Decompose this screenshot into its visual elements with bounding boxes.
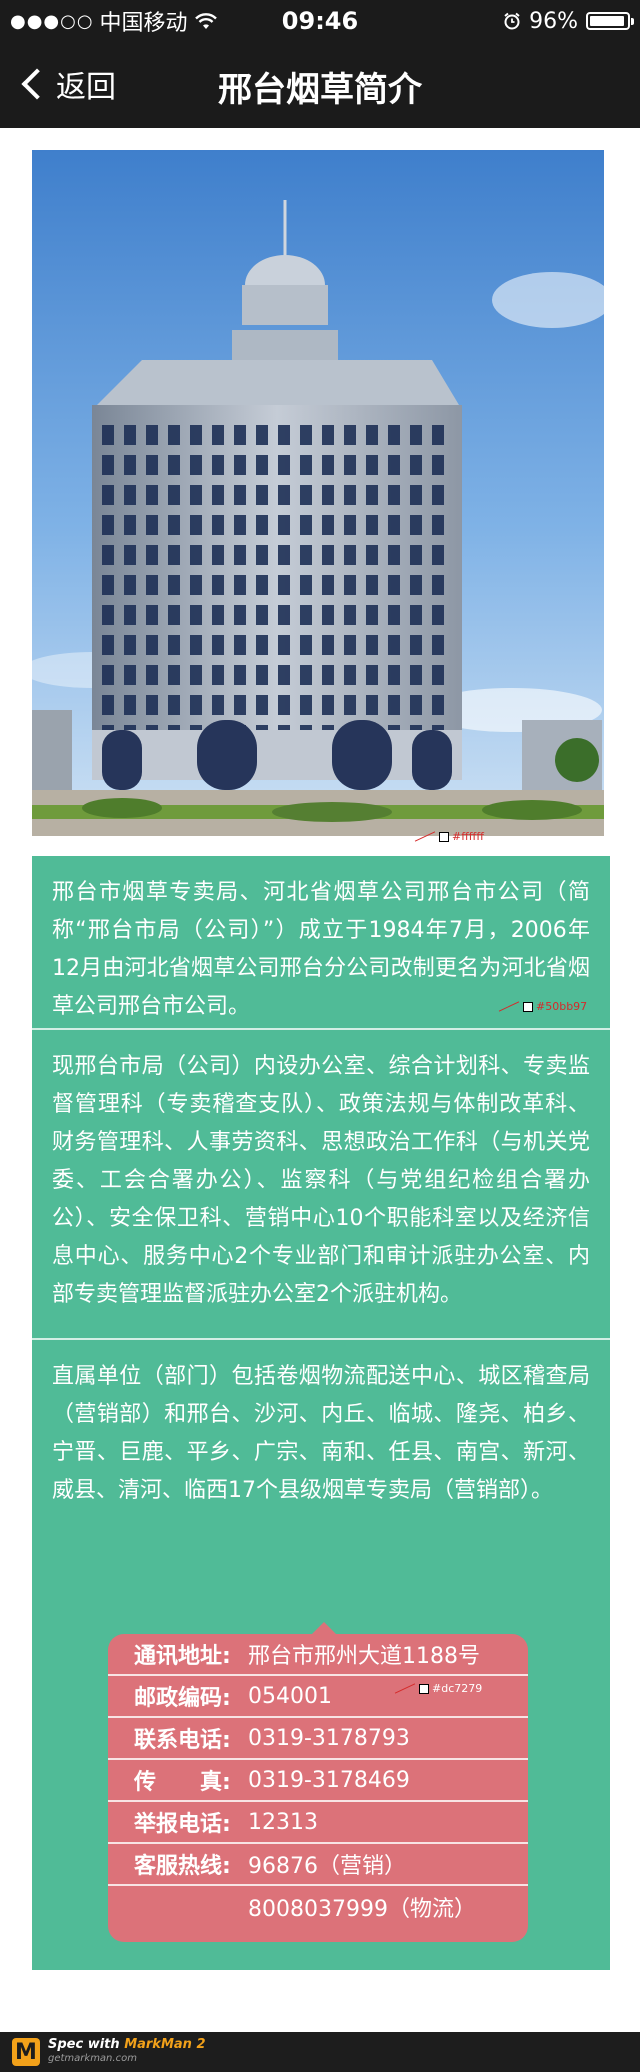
footer-site-link[interactable]: getmarkman.com [48,2052,206,2066]
contact-label: 传 真: [134,1770,231,1795]
spec-annotation-card: #dc7279 [394,1682,482,1695]
spec-color-label: #ffffff [452,830,484,843]
spec-annotation-content: #50bb97 [498,1000,587,1013]
building-photo [32,150,604,836]
signal-strength-icon: ●●●○○ [10,10,94,32]
markman-footer: M Spec with MarkMan 2 getmarkman.com [0,2032,640,2072]
back-button[interactable]: 返回 [18,62,116,106]
alarm-clock-icon [504,12,520,30]
contact-row-fax: 传 真: 0319-3178469 [108,1760,528,1802]
contact-card-pointer [312,1622,336,1634]
contact-label: 举报电话: [134,1812,231,1837]
spec-color-label: #50bb97 [536,1000,588,1013]
contact-phone-link[interactable]: 8008037999（物流） [248,1891,476,1923]
spec-swatch [419,1683,429,1694]
spec-swatch [523,1001,533,1012]
contact-value: 邢台市邢州大道1188号 [248,1644,480,1669]
spec-pointer [394,1683,416,1694]
markman-logo-icon: M [12,2038,40,2066]
spec-color-label: #dc7279 [432,1682,483,1695]
spec-pointer [414,831,436,842]
status-left: ●●●○○ 中国移动 [10,5,218,37]
intro-content: 邢台市烟草专卖局、河北省烟草公司邢台市公司（简称“邢台市局（公司）”）成立于19… [32,856,610,1970]
footer-spec-prefix: Spec with [48,2037,125,2052]
battery-icon [586,12,634,30]
spec-swatch [439,831,449,842]
contact-label: 邮政编码: [134,1686,231,1711]
contact-value: 0319-3178469 [248,1767,410,1793]
footer-text: Spec with MarkMan 2 getmarkman.com [48,2038,206,2066]
contact-value: 054001 [248,1683,332,1709]
carrier-name: 中国移动 [99,11,188,36]
status-right: 96% [503,8,634,34]
back-button-label: 返回 [56,70,116,105]
intro-paragraph-3: 直属单位（部门）包括卷烟物流配送中心、城区稽查局（营销部）和邢台、沙河、内丘、临… [52,1364,590,1503]
contact-card: 通讯地址: 邢台市邢州大道1188号 邮政编码: 054001 #dc7279 … [108,1622,528,1942]
status-bar: ●●●○○ 中国移动 09:46 96% [0,0,640,42]
contact-row-report-phone: 举报电话: 12313 [108,1802,528,1844]
contact-row-address: 通讯地址: 邢台市邢州大道1188号 [108,1634,528,1676]
contact-phone-link[interactable]: 12313 [248,1810,318,1835]
wifi-icon [194,13,217,29]
spec-pointer [498,1001,520,1012]
navigation-bar: 返回 邢台烟草简介 [0,42,640,128]
contact-label: 联系电话: [134,1728,231,1753]
contact-label: 通讯地址: [134,1644,231,1669]
contact-row-hotline: 客服热线: 96876（营销） [108,1844,528,1886]
battery-level [590,16,625,26]
intro-paragraph-2: 现邢台市局（公司）内设办公室、综合计划科、专卖监督管理科（专卖稽查支队）、政策法… [52,1054,590,1307]
chevron-left-icon [21,68,53,100]
contact-row-hotline-logistics: 8008037999（物流） [108,1886,528,1928]
footer-spec-line: Spec with MarkMan 2 [48,2038,206,2052]
contact-phone-link[interactable]: 0319-3178793 [248,1726,410,1751]
spec-annotation-image: #ffffff [414,830,484,843]
contact-label: 客服热线: [134,1854,231,1879]
contact-row-postcode: 邮政编码: 054001 #dc7279 [108,1676,528,1718]
contact-phone-link[interactable]: 96876（营销） [248,1848,406,1880]
contact-row-phone: 联系电话: 0319-3178793 [108,1718,528,1760]
footer-brand: MarkMan 2 [124,2037,206,2052]
battery-percent: 96% [529,8,578,34]
